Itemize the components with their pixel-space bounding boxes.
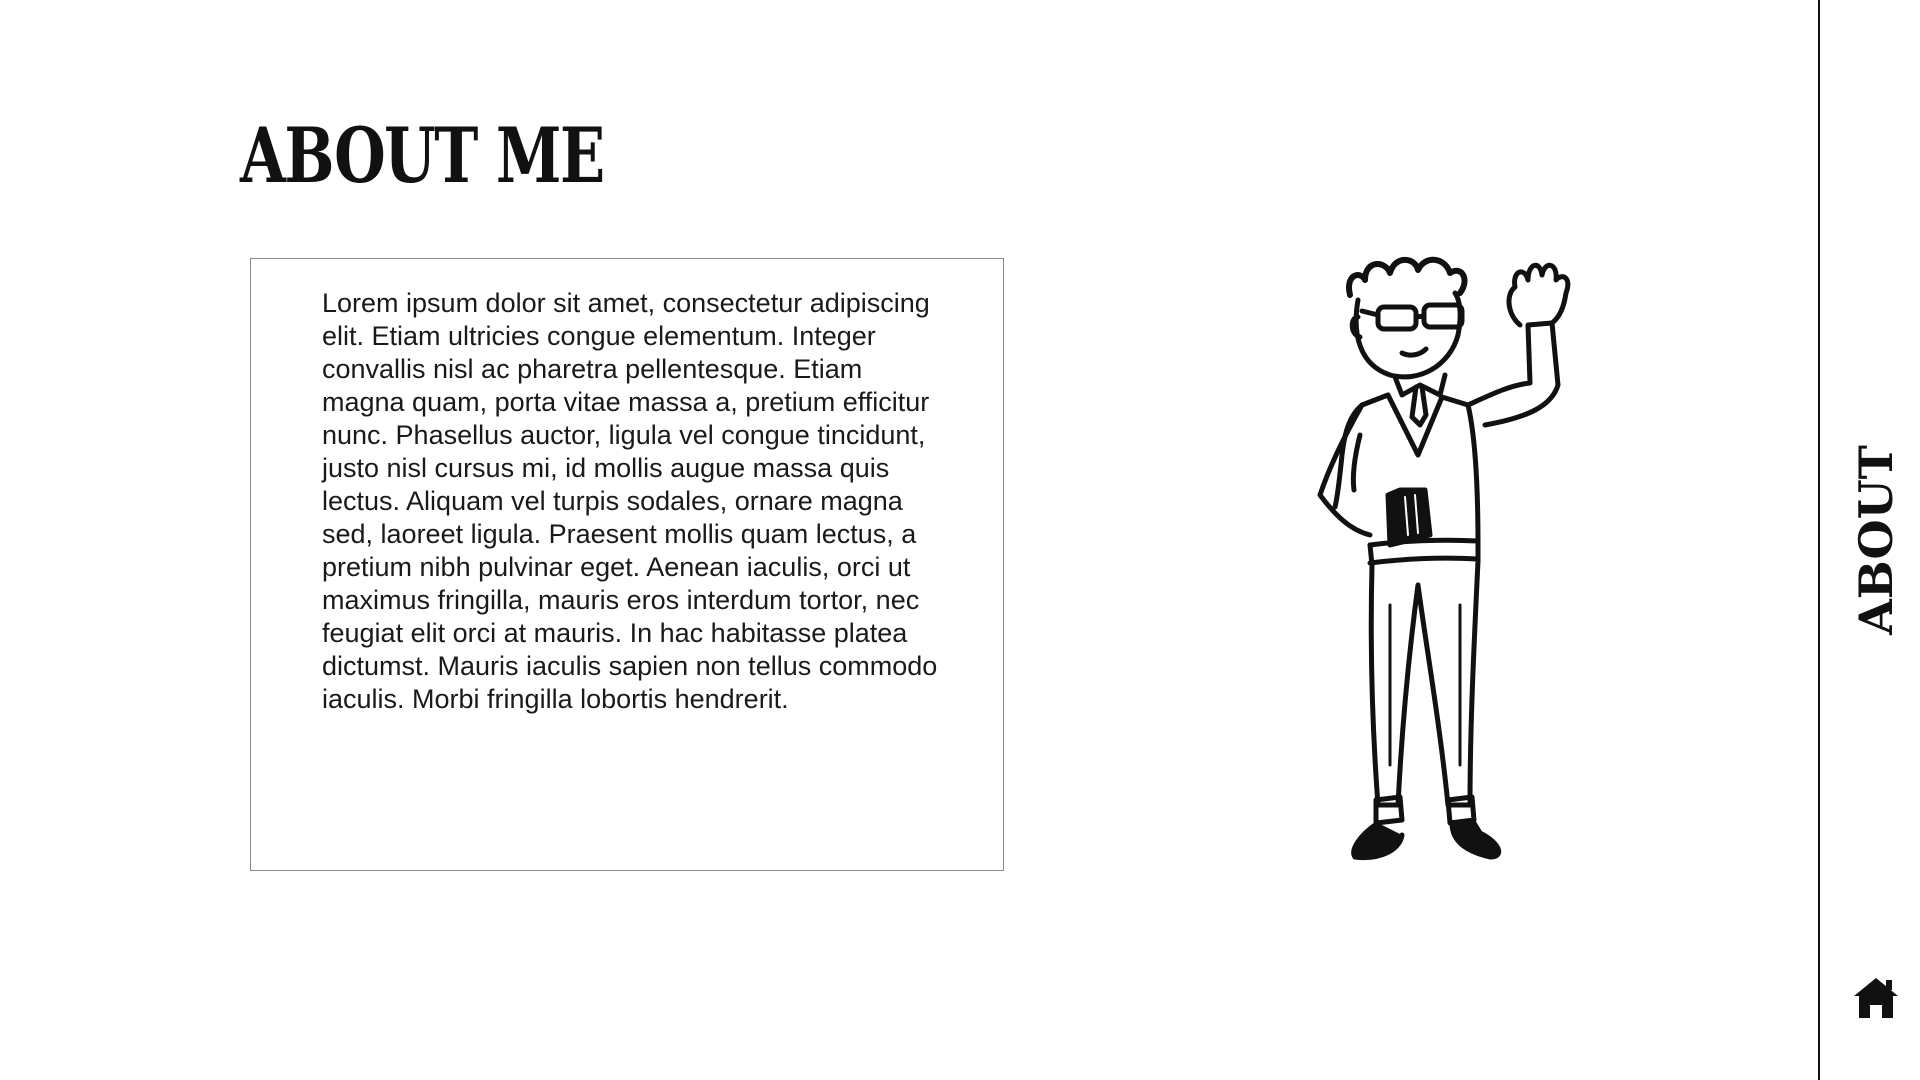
page-title: ABOUT ME [240,111,605,200]
right-divider [1818,0,1820,1080]
text-box: Lorem ipsum dolor sit amet, consectetur … [250,258,1004,871]
side-label: ABOUT [1849,445,1903,635]
waving-man-illustration [1317,256,1571,861]
home-button[interactable] [1852,976,1900,1020]
home-icon [1854,978,1898,1018]
body-text: Lorem ipsum dolor sit amet, consectetur … [322,288,938,714]
